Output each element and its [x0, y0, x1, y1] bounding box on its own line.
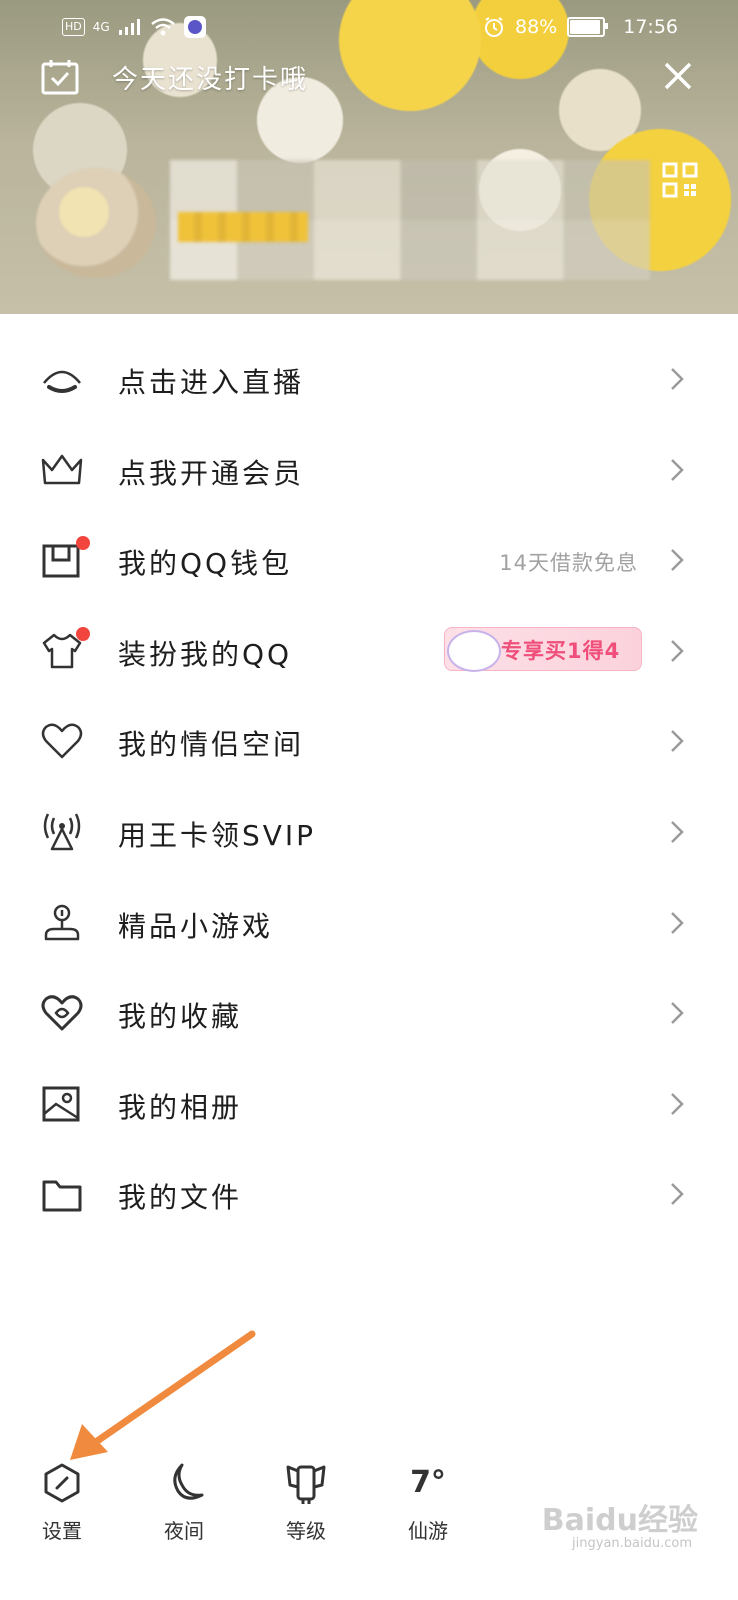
menu-label: 我的文件: [118, 1181, 243, 1215]
close-button[interactable]: [658, 56, 698, 96]
crown-icon: [40, 450, 84, 490]
menu-item-king-card[interactable]: 用王卡领SVIP: [0, 786, 738, 877]
menu-label: 点击进入直播: [118, 366, 305, 399]
signal-icon: [118, 19, 140, 35]
clock: 17:56: [623, 16, 678, 38]
weather-label: 仙游: [408, 1519, 448, 1543]
app-notification-icon: [183, 16, 206, 38]
battery-percent: 88%: [515, 16, 558, 38]
live-icon: [40, 359, 84, 399]
chevron-right-icon: [668, 637, 686, 665]
chevron-right-icon: [668, 365, 686, 393]
menu-item-album[interactable]: 我的相册: [0, 1058, 738, 1149]
promo-text: 专享买1得4: [501, 638, 621, 663]
network-indicator: 4G: [92, 20, 110, 34]
menu-item-couple-space[interactable]: 我的情侣空间: [0, 695, 738, 786]
moon-icon: [173, 1463, 204, 1500]
settings-label: 设置: [42, 1519, 82, 1543]
game-icon: [40, 903, 84, 943]
menu-label: 我的收藏: [118, 1000, 243, 1034]
night-mode-label: 夜间: [164, 1519, 204, 1543]
menu-label: 我的相册: [118, 1090, 243, 1124]
menu-label: 点我开通会员: [118, 456, 305, 490]
blurred-nickname[interactable]: [178, 212, 308, 242]
menu-item-wallet[interactable]: 我的QQ钱包 14天借款免息: [0, 514, 738, 605]
chevron-right-icon: [668, 909, 686, 937]
level-label: 等级: [286, 1519, 326, 1543]
level-icon: [286, 1465, 326, 1504]
chevron-right-icon: [668, 727, 686, 755]
menu-label: 装扮我的QQ: [118, 637, 293, 671]
signal-tower-icon: [40, 812, 84, 852]
album-icon: [40, 1084, 84, 1124]
menu-item-vip[interactable]: 点我开通会员: [0, 424, 738, 515]
close-icon: [664, 62, 692, 90]
chevron-right-icon: [668, 1180, 686, 1208]
chevron-right-icon: [668, 1090, 686, 1118]
chevron-right-icon: [668, 818, 686, 846]
hd-indicator: HD: [62, 18, 85, 36]
folder-icon: [40, 1174, 84, 1214]
qr-code-button[interactable]: [662, 162, 698, 198]
qr-code-icon: [662, 162, 698, 198]
wallet-promo-text: 14天借款免息: [499, 551, 638, 576]
promo-badge[interactable]: 专享买1得4: [444, 626, 642, 672]
avatar[interactable]: [36, 168, 156, 278]
notification-dot: [76, 626, 90, 641]
menu-label: 用王卡领SVIP: [118, 818, 317, 852]
notification-dot: [76, 536, 90, 551]
menu-label: 精品小游戏: [118, 909, 274, 943]
status-bar: HD 4G 88% 17:56: [0, 14, 738, 46]
menu-item-favorites[interactable]: 我的收藏: [0, 967, 738, 1058]
mascot-icon: [447, 629, 501, 672]
chevron-right-icon: [668, 456, 686, 484]
settings-button[interactable]: 设置: [17, 1455, 107, 1544]
battery-icon: [567, 17, 609, 37]
weather-button[interactable]: 7° 仙游: [383, 1455, 473, 1544]
checkin-banner[interactable]: 今天还没打卡哦: [40, 58, 308, 96]
weather-icon: 7°: [410, 1465, 446, 1500]
menu-item-mini-games[interactable]: 精品小游戏: [0, 877, 738, 968]
night-mode-button[interactable]: 夜间: [139, 1455, 229, 1544]
annotation-arrow: [70, 1330, 256, 1460]
drawer-menu: 点击进入直播 点我开通会员 我的QQ钱包 14天借款免息 装扮我的QQ 专享买1…: [0, 333, 738, 1239]
menu-item-files[interactable]: 我的文件: [0, 1148, 738, 1239]
calendar-check-icon: [41, 60, 79, 95]
heart-icon: [40, 721, 84, 761]
checkin-text: 今天还没打卡哦: [112, 64, 309, 95]
menu-label: 我的情侣空间: [118, 728, 305, 762]
level-button[interactable]: 等级: [261, 1455, 351, 1544]
baidu-watermark-url: jingyan.baidu.com: [572, 1536, 692, 1551]
favorite-icon: [40, 993, 84, 1033]
wifi-icon: [150, 18, 175, 36]
baidu-watermark: Baidu经验: [541, 1503, 698, 1538]
menu-label: 我的QQ钱包: [118, 547, 293, 581]
profile-header: HD 4G 88% 17:56 今天还没打卡哦: [0, 0, 738, 314]
menu-item-live[interactable]: 点击进入直播: [0, 333, 738, 424]
chevron-right-icon: [668, 999, 686, 1027]
menu-item-dressup[interactable]: 装扮我的QQ 专享买1得4: [0, 605, 738, 696]
alarm-icon: [485, 17, 503, 37]
settings-icon: [44, 1463, 80, 1503]
chevron-right-icon: [668, 546, 686, 574]
